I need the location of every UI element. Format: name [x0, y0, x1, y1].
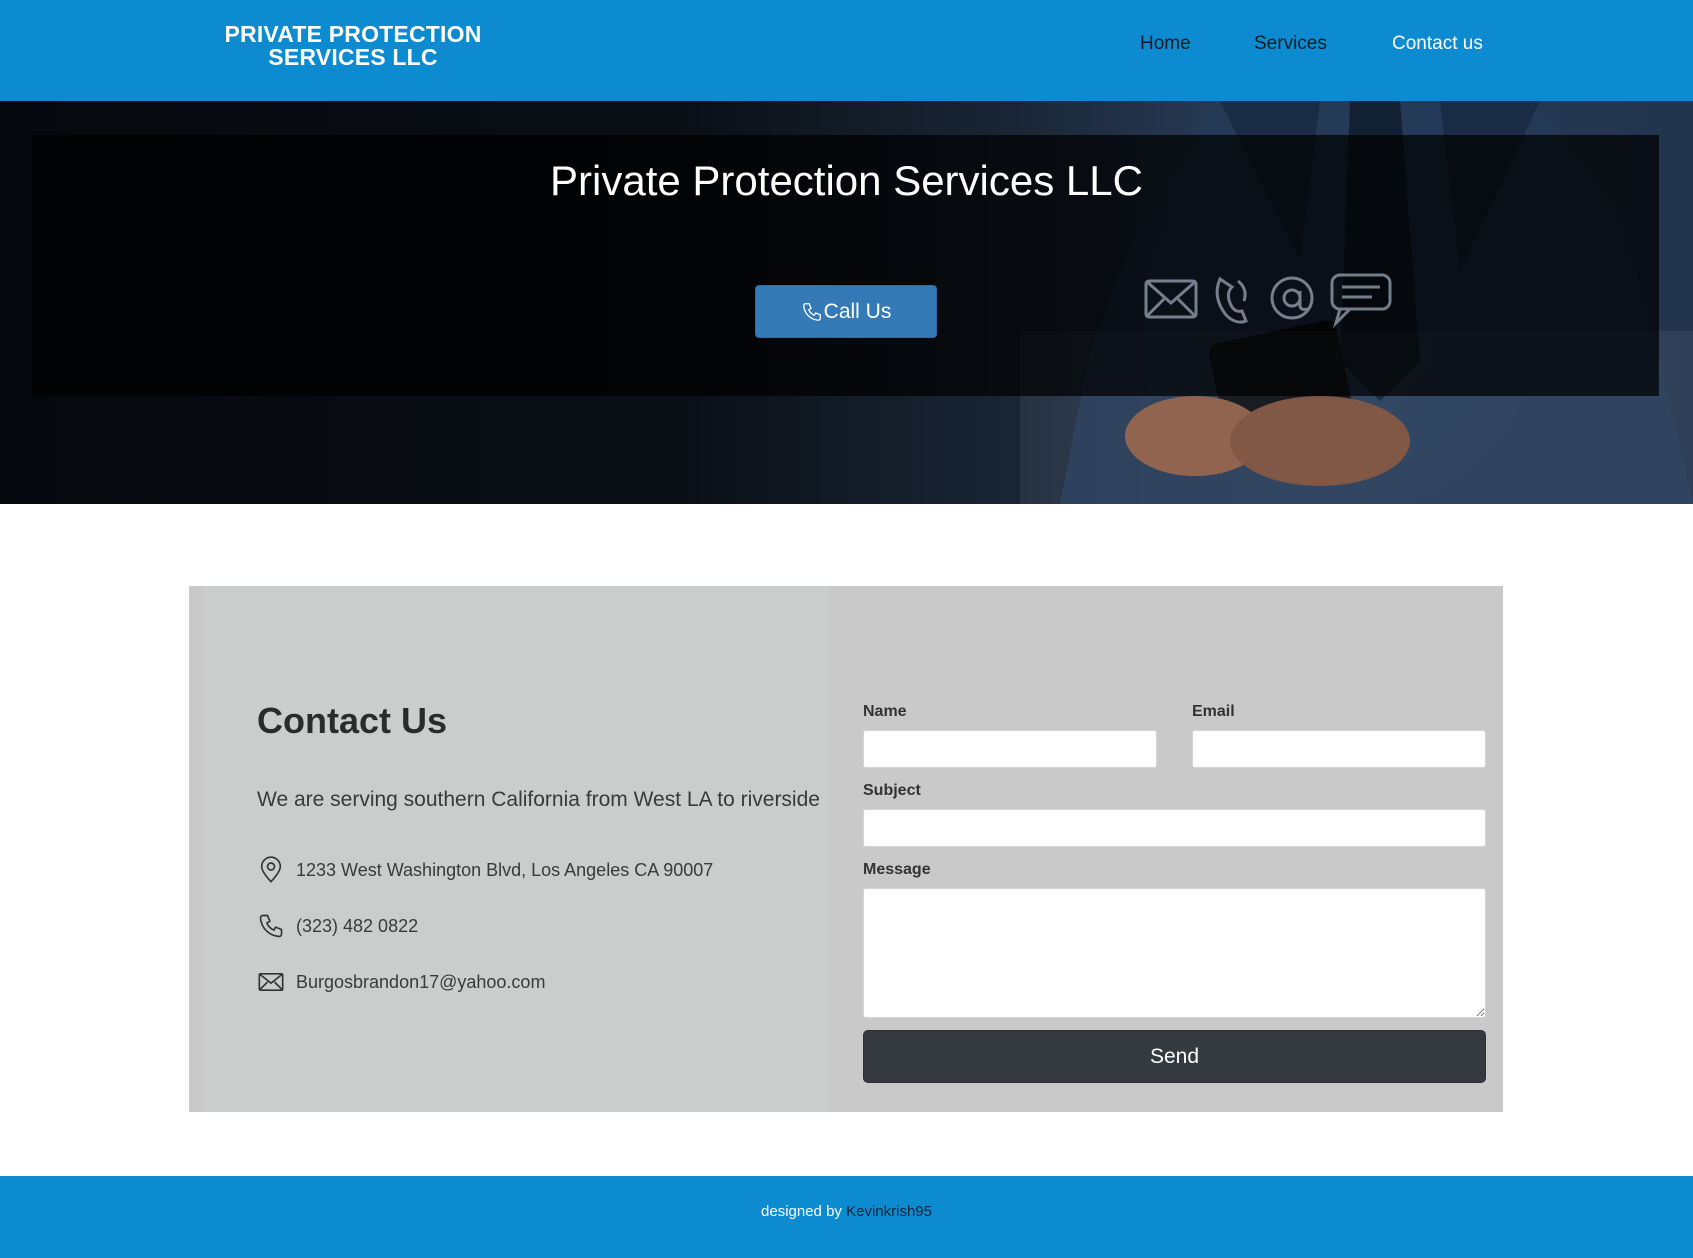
phone-text[interactable]: (323) 482 0822: [296, 915, 418, 937]
brand-line-2: SERVICES LLC: [268, 44, 438, 70]
contact-info-panel: Contact Us We are serving southern Calif…: [205, 586, 829, 1112]
footer-credit: designed by Kevinkrish95: [0, 1203, 1693, 1221]
message-textarea[interactable]: [863, 888, 1486, 1018]
subject-label: Subject: [863, 782, 921, 799]
email-row: Burgosbrandon17@yahoo.com: [257, 968, 545, 996]
footer-author-link[interactable]: Kevinkrish95: [846, 1203, 932, 1220]
contact-section: Contact Us We are serving southern Calif…: [189, 586, 1503, 1112]
email-input[interactable]: [1192, 730, 1486, 768]
hero-banner: Private Protection Services LLC Call Us: [0, 101, 1693, 504]
nav-link-services[interactable]: Services: [1254, 33, 1327, 55]
subject-input[interactable]: [863, 809, 1486, 847]
email-text[interactable]: Burgosbrandon17@yahoo.com: [296, 971, 545, 993]
brand-line-1: PRIVATE PROTECTION: [224, 21, 482, 47]
communication-icons-graphic: [1144, 273, 1392, 329]
name-label: Name: [863, 703, 907, 720]
address-row: 1233 West Washington Blvd, Los Angeles C…: [257, 856, 713, 884]
phone-icon: [802, 302, 821, 321]
map-pin-icon: [257, 856, 285, 884]
phone-row: (323) 482 0822: [257, 912, 418, 940]
message-label: Message: [863, 861, 931, 878]
nav-link-contact-us[interactable]: Contact us: [1392, 33, 1483, 55]
name-input[interactable]: [863, 730, 1157, 768]
contact-heading: Contact Us: [257, 700, 448, 741]
send-button[interactable]: Send: [863, 1030, 1486, 1083]
nav-link-home[interactable]: Home: [1140, 33, 1191, 55]
contact-tagline: We are serving southern California from …: [257, 788, 820, 811]
top-navbar: PRIVATE PROTECTION SERVICES LLC Home Ser…: [0, 0, 1693, 101]
hero-title: Private Protection Services LLC: [550, 157, 1143, 204]
brand-logo-text[interactable]: PRIVATE PROTECTION SERVICES LLC: [216, 23, 490, 69]
call-us-button[interactable]: Call Us: [755, 285, 937, 338]
address-text: 1233 West Washington Blvd, Los Angeles C…: [296, 860, 714, 880]
phone-icon: [257, 912, 285, 940]
envelope-icon: [257, 968, 285, 996]
call-us-label: Call Us: [823, 299, 892, 323]
footer-prefix: designed by: [761, 1203, 847, 1220]
email-label: Email: [1192, 703, 1235, 720]
page-footer: designed by Kevinkrish95: [0, 1176, 1693, 1258]
